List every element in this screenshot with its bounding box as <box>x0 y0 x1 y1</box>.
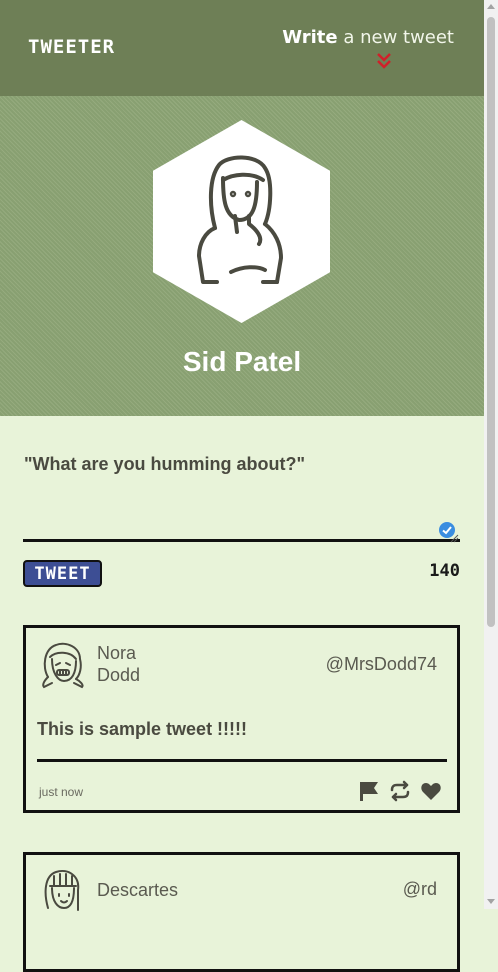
heart-icon[interactable] <box>420 780 442 802</box>
tweet-card: Nora Dodd @MrsDodd74 This is sample twee… <box>23 625 460 813</box>
char-counter: 140 <box>429 561 460 581</box>
profile-header: Sid Patel <box>0 96 484 416</box>
scroll-down-arrow-icon[interactable] <box>487 899 495 904</box>
compose-label-bold: Write <box>282 27 338 48</box>
flag-icon[interactable] <box>358 780 380 802</box>
avatar-icon <box>42 642 84 689</box>
tweet-button[interactable]: TWEET <box>23 560 102 587</box>
nav-bar: TWEETER Write a new tweet <box>0 0 484 96</box>
author-name: Nora Dodd <box>97 643 141 685</box>
tweet-text: This is sample tweet !!!!! <box>37 719 248 739</box>
author-handle[interactable]: @MrsDodd74 <box>326 654 437 675</box>
tweet-actions <box>358 780 442 802</box>
scroll-thumb[interactable] <box>487 17 495 627</box>
scrollbar[interactable] <box>484 0 498 909</box>
write-tweet-toggle[interactable]: Write a new tweet <box>282 27 454 48</box>
user-avatar-icon <box>153 120 330 323</box>
author-handle[interactable]: @rd <box>403 879 437 900</box>
retweet-icon[interactable] <box>389 780 411 802</box>
author-name: Descartes <box>97 880 179 900</box>
brand-logo[interactable]: TWEETER <box>28 36 115 58</box>
scroll-up-arrow-icon[interactable] <box>487 4 495 9</box>
compose-label-rest: a new tweet <box>337 27 454 48</box>
timestamp: just now <box>39 785 84 799</box>
tweet-textarea[interactable] <box>23 448 460 542</box>
divider <box>37 759 447 762</box>
resize-grip-icon[interactable] <box>450 534 459 543</box>
avatar-icon <box>44 870 80 911</box>
profile-name: Sid Patel <box>182 346 302 377</box>
tweet-card: Descartes @rd <box>23 852 460 972</box>
double-chevron-down-icon[interactable] <box>376 52 392 70</box>
